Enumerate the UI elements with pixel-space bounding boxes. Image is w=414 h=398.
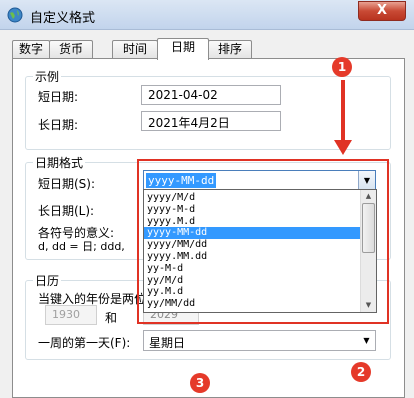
title-bar: 自定义格式 X — [0, 0, 414, 30]
first-day-label: 一周的第一天(F): — [38, 336, 131, 350]
example-long-value: 2021年4月2日 — [141, 111, 281, 131]
first-day-combo[interactable]: 星期日 ▼ — [143, 330, 376, 351]
tab-number[interactable]: 数字 — [12, 40, 50, 59]
symbols-text: d, dd = 日; ddd, — [38, 240, 125, 253]
example-legend: 示例 — [33, 68, 62, 85]
annotation-arrow-line — [341, 80, 345, 142]
annotation-marker-1: 1 — [332, 57, 352, 77]
example-long-label: 长日期: — [38, 118, 79, 132]
close-button[interactable]: X — [358, 1, 406, 21]
annotation-marker-3: 3 — [190, 373, 210, 393]
tab-time[interactable]: 时间 — [112, 40, 158, 59]
annotation-highlight-box — [137, 159, 389, 324]
tab-sort[interactable]: 排序 — [208, 40, 252, 59]
globe-icon — [7, 7, 23, 23]
annotation-marker-2: 2 — [351, 362, 371, 382]
annotation-arrow-head-icon — [334, 140, 352, 155]
calendar-legend: 日历 — [33, 272, 62, 289]
tab-currency[interactable]: 货币 — [49, 40, 93, 59]
short-date-label: 短日期(S): — [38, 177, 96, 191]
long-date-label: 长日期(L): — [38, 204, 95, 218]
window-title: 自定义格式 — [30, 11, 96, 26]
date-format-legend: 日期格式 — [33, 154, 86, 171]
chevron-down-icon[interactable]: ▼ — [358, 331, 375, 350]
first-day-value: 星期日 — [149, 336, 186, 350]
year-from-field: 1930 — [45, 305, 97, 325]
example-short-label: 短日期: — [38, 90, 79, 104]
tab-date[interactable]: 日期 — [157, 38, 209, 60]
and-label: 和 — [105, 311, 118, 325]
example-short-value: 2021-04-02 — [141, 85, 281, 105]
